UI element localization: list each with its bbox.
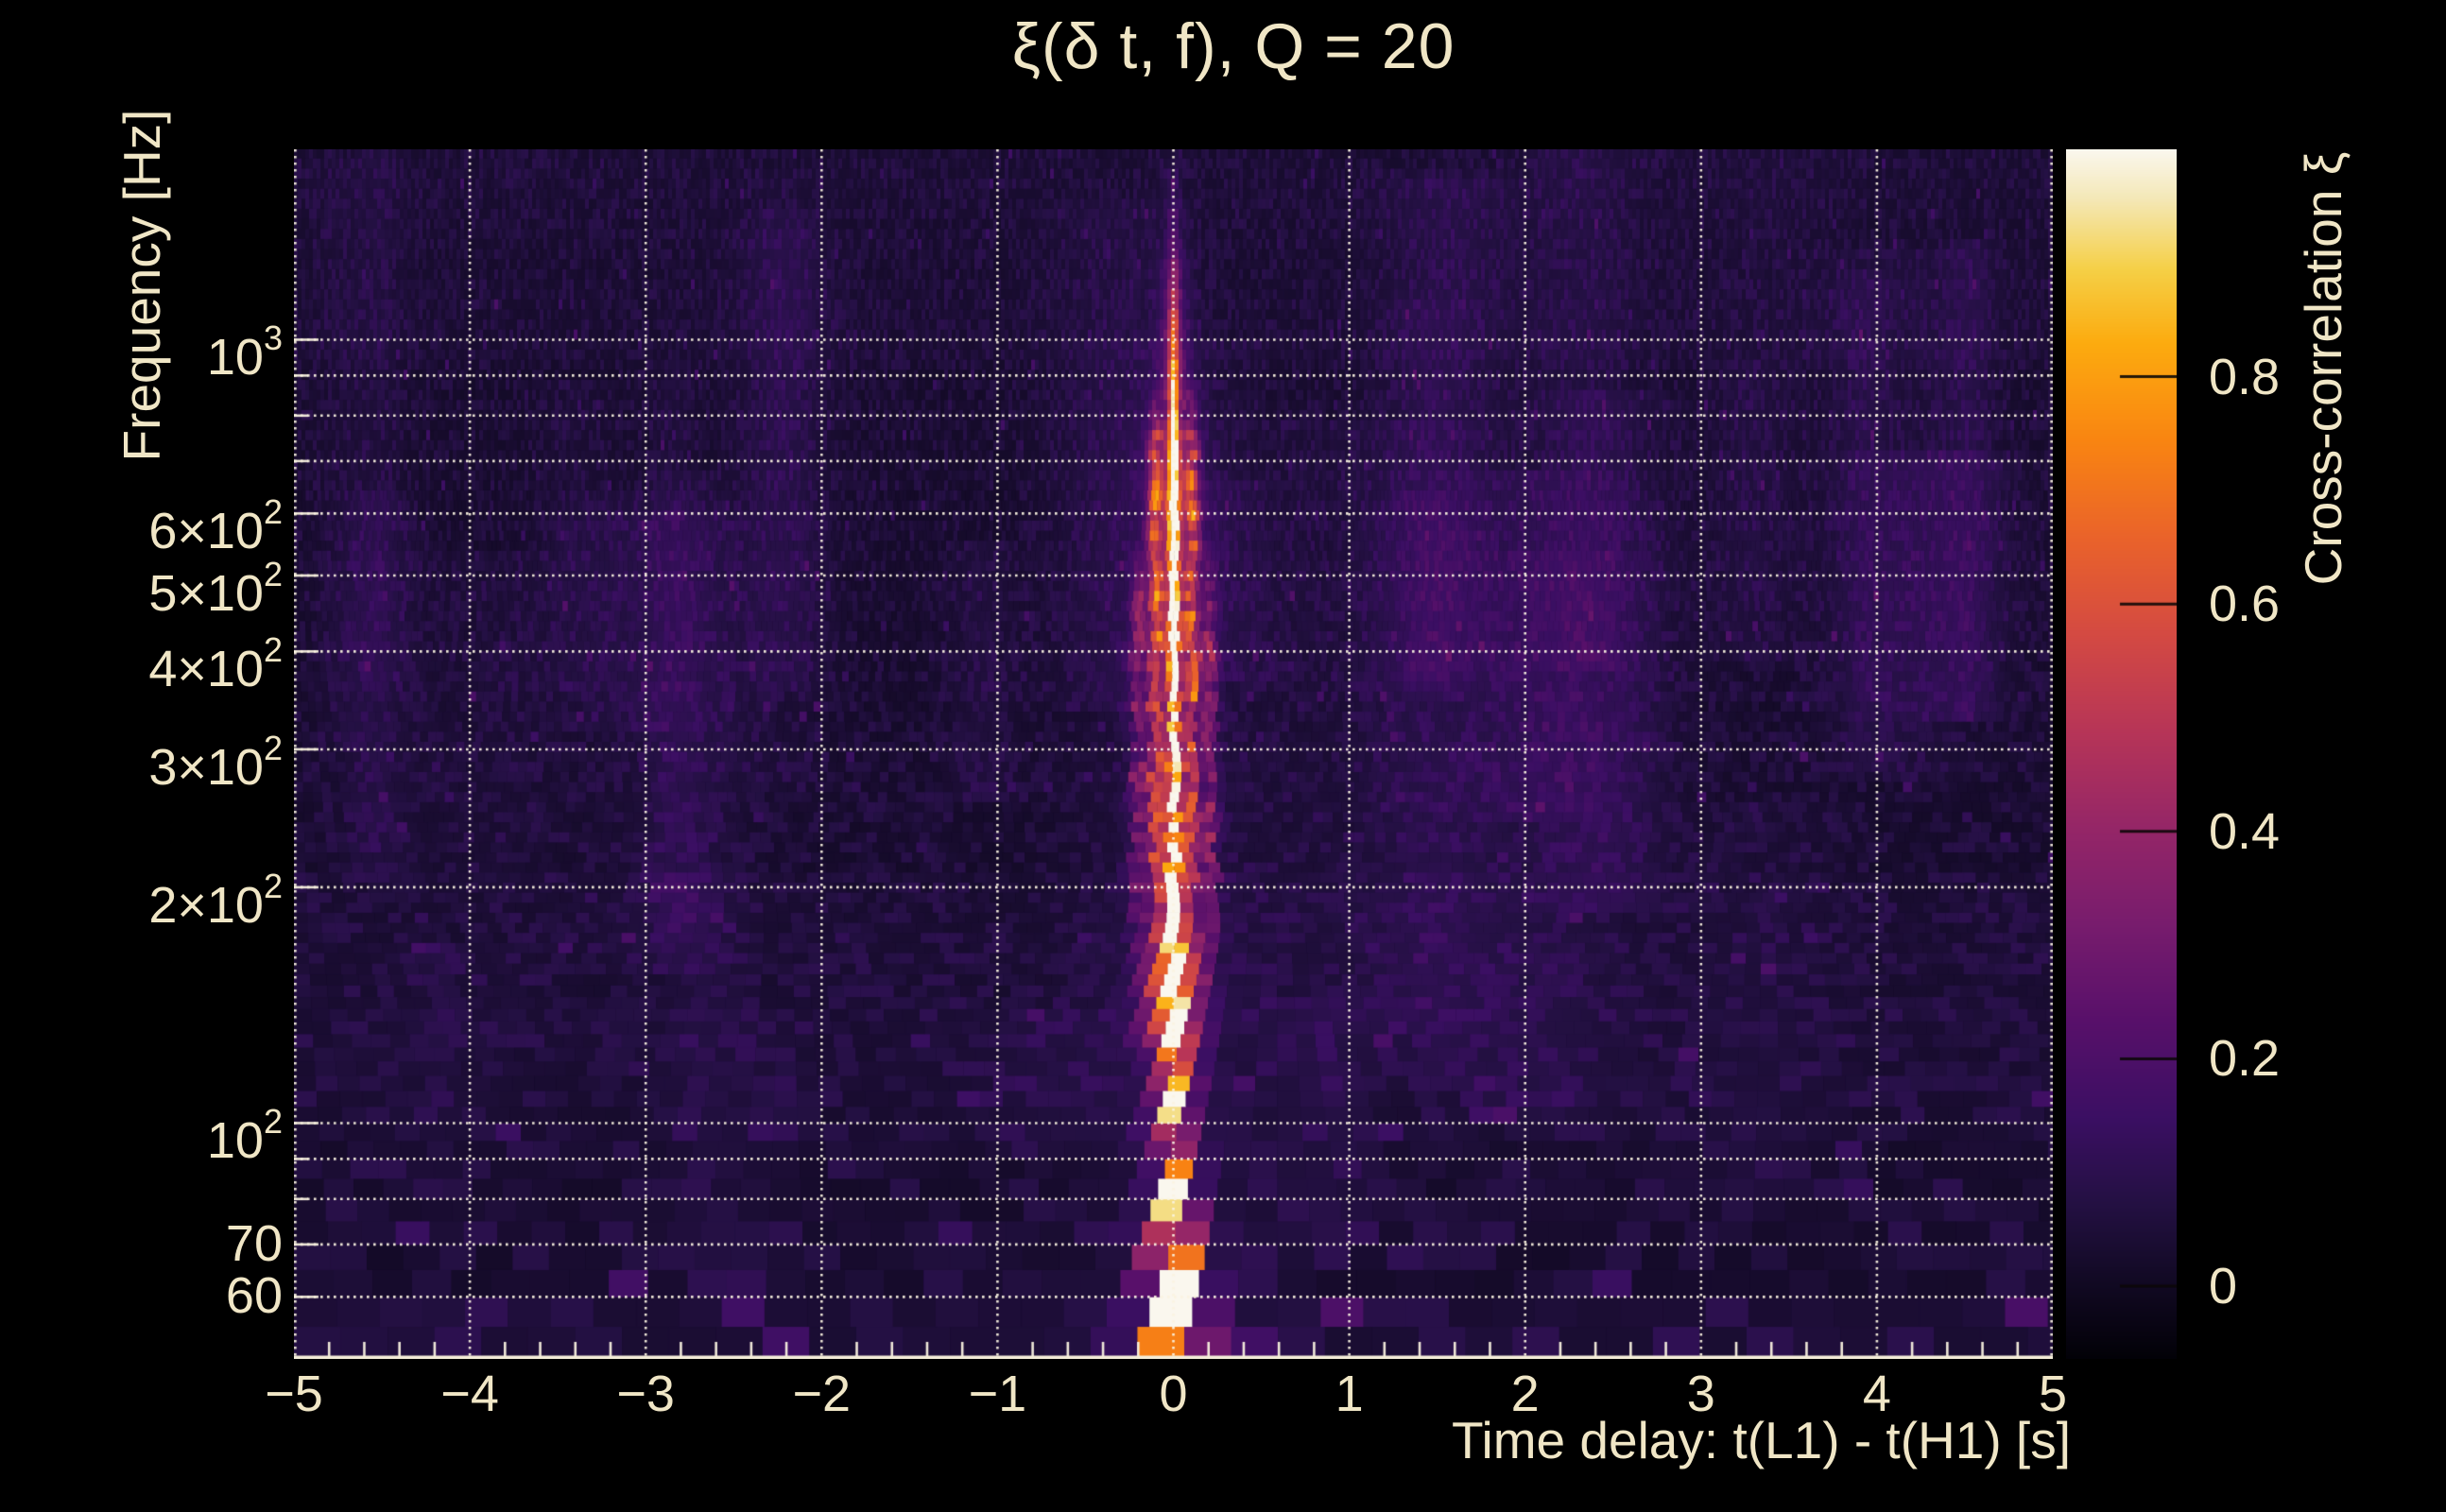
x-tick-label: −2 [792, 1366, 852, 1422]
y-tick-label: 60 [225, 1267, 283, 1325]
y-tick-label: 103 [206, 318, 283, 387]
x-tick-label: 3 [1686, 1366, 1715, 1422]
figure-title: ξ(δ t, f), Q = 20 [1011, 10, 1456, 82]
y-tick-label: 70 [225, 1214, 283, 1272]
colorbar-tick-label: 0.4 [2209, 802, 2281, 860]
colorbar-label: Cross-correlation ξ [2294, 151, 2352, 586]
colorbar-tick-label: 0 [2209, 1258, 2238, 1314]
x-axis-label: Time delay: t(L1) - t(H1) [s] [1451, 1411, 2071, 1469]
x-tick-label: −4 [440, 1366, 499, 1422]
y-tick-label: 3×102 [148, 728, 283, 796]
figure: ξ(δ t, f), Q = 20 Frequency [Hz] Time de… [0, 0, 2446, 1512]
x-tick-label: 0 [1159, 1366, 1188, 1422]
colorbar-tick-label: 0.6 [2209, 576, 2281, 633]
x-tick-label: 1 [1335, 1366, 1364, 1422]
colorbar-gradient [2066, 149, 2177, 1359]
x-tick-label: −3 [616, 1366, 675, 1422]
colorbar-tick-label: 0.2 [2209, 1030, 2281, 1088]
x-tick-label: 5 [2038, 1366, 2068, 1422]
heatmap-canvas [294, 149, 2053, 1359]
y-axis-label: Frequency [Hz] [112, 109, 171, 462]
x-tick-label: −1 [968, 1366, 1027, 1422]
colorbar-tick-label: 0.8 [2209, 348, 2281, 405]
y-tick-label: 5×102 [148, 555, 283, 623]
y-tick-label: 102 [206, 1102, 283, 1170]
x-tick-label: 2 [1510, 1366, 1540, 1422]
y-tick-label: 2×102 [148, 866, 283, 934]
y-tick-label: 4×102 [148, 630, 283, 698]
x-tick-label: −5 [265, 1366, 323, 1422]
x-tick-label: 4 [1862, 1366, 1891, 1422]
